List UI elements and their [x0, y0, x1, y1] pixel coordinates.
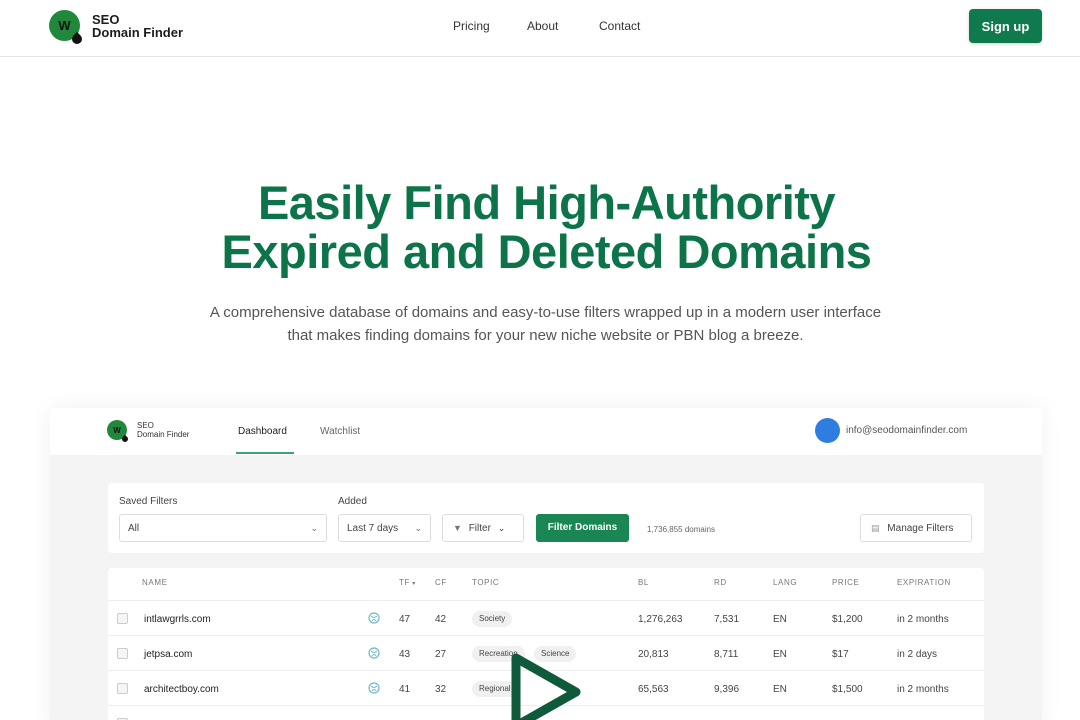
signup-button[interactable]: Sign up — [969, 9, 1042, 43]
table-row[interactable]: intlawgrrls.com 47 42 Society 1,276,263 … — [108, 600, 984, 635]
added-select[interactable]: Last 7 days ⌄ — [338, 514, 431, 542]
tf-value: 47 — [399, 614, 411, 625]
preview-logo: W SEO Domain Finder — [107, 420, 189, 440]
preview-tab-watchlist[interactable]: Watchlist — [320, 426, 360, 437]
chevron-down-icon: ⌄ — [414, 523, 422, 533]
sort-down-icon: ▾ — [409, 581, 416, 587]
row-checkbox[interactable] — [117, 683, 128, 694]
hero-subtitle-line-1: A comprehensive database of domains and … — [209, 304, 882, 321]
logo-line-1: SEO — [92, 11, 120, 27]
added-value: Last 7 days — [347, 523, 399, 534]
globe-icon — [368, 647, 380, 659]
filter-button[interactable]: ▼ Filter ⌄ — [442, 514, 524, 542]
cf-value: 32 — [435, 684, 447, 695]
topic-tag: Society — [472, 611, 513, 627]
col-header-tf-label: TF — [399, 578, 410, 587]
logo-line-2: Domain Finder — [92, 24, 184, 40]
site-logo[interactable]: W SEO Domain Finder — [49, 10, 183, 41]
bl-value: 1,276,263 — [638, 614, 683, 625]
rd-value: 8,711 — [714, 649, 739, 660]
col-header-topic[interactable]: TOPIC — [472, 578, 499, 587]
saved-filters-value: All — [128, 523, 140, 534]
row-checkbox[interactable] — [117, 648, 128, 659]
tf-value: 41 — [399, 684, 411, 695]
preview-logo-line-2: Domain Finder — [137, 430, 190, 439]
play-video-icon[interactable] — [510, 652, 584, 720]
expiration-value: in 2 months — [897, 684, 949, 695]
saved-filters-label: Saved Filters — [119, 496, 178, 507]
chevron-down-icon: ⌄ — [497, 523, 506, 533]
lang-value: EN — [773, 614, 787, 625]
globe-icon — [368, 612, 380, 624]
price-value: $1,200 — [832, 614, 863, 625]
active-tab-indicator — [236, 452, 294, 454]
funnel-icon: ▼ — [453, 523, 462, 533]
tf-value: 43 — [399, 649, 411, 660]
cf-value: 42 — [435, 614, 447, 625]
domain-name[interactable]: intlawgrrls.com — [144, 614, 211, 625]
nav-link-about[interactable]: About — [527, 19, 558, 33]
col-header-cf[interactable]: CF — [435, 578, 447, 587]
hero-subtitle: A comprehensive database of domains and … — [0, 301, 1080, 347]
nav-link-pricing[interactable]: Pricing — [453, 19, 490, 33]
col-header-bl[interactable]: BL — [638, 578, 649, 587]
hero-subtitle-line-2: that makes finding domains for your new … — [287, 327, 804, 344]
avatar[interactable] — [815, 418, 840, 443]
col-header-price[interactable]: PRICE — [832, 578, 859, 587]
expiration-value: in 2 months — [897, 614, 949, 625]
saved-filters-select[interactable]: All ⌄ — [119, 514, 327, 542]
expiration-value: in 2 days — [897, 649, 938, 660]
col-header-tf[interactable]: TF ▾ — [399, 578, 416, 587]
row-checkbox[interactable] — [117, 613, 128, 624]
logo-icon: W — [49, 10, 80, 41]
filter-button-label: Filter — [468, 523, 491, 534]
domain-count: 1,736,855 domains — [647, 525, 716, 534]
filter-domains-button[interactable]: Filter Domains — [536, 514, 629, 542]
globe-icon — [368, 682, 380, 694]
user-email: info@seodomainfinder.com — [846, 425, 968, 436]
preview-logo-icon: W — [107, 420, 127, 440]
nav-link-contact[interactable]: Contact — [599, 19, 640, 33]
chevron-down-icon: ⌄ — [310, 523, 318, 533]
manage-filters-label: Manage Filters — [887, 523, 954, 534]
price-value: $17 — [832, 649, 849, 660]
preview-header: W SEO Domain Finder Dashboard Watchlist … — [50, 408, 1042, 455]
bl-value: 20,813 — [638, 649, 669, 660]
preview-logo-line-1: SEO — [137, 421, 154, 430]
bl-value: 65,563 — [638, 684, 669, 695]
manage-filters-button[interactable]: ▤ Manage Filters — [860, 514, 972, 542]
price-value: $1,500 — [832, 684, 863, 695]
rd-value: 7,531 — [714, 614, 740, 625]
preview-logo-text: SEO Domain Finder — [137, 421, 189, 439]
hero-title-line-1: Easily Find High-Authority — [257, 176, 836, 229]
domain-name[interactable]: architectboy.com — [144, 684, 219, 695]
settings-icon: ▤ — [871, 523, 880, 533]
filter-panel: Saved Filters All ⌄ Added Last 7 days ⌄ … — [108, 483, 984, 553]
col-header-name[interactable]: NAME — [142, 578, 168, 587]
col-header-expiration[interactable]: EXPIRATION — [897, 578, 951, 587]
lang-value: EN — [773, 649, 787, 660]
domain-name[interactable]: jetpsa.com — [144, 649, 192, 660]
col-header-lang[interactable]: LANG — [773, 578, 797, 587]
cf-value: 27 — [435, 649, 447, 660]
added-label: Added — [338, 496, 367, 507]
top-nav: W SEO Domain Finder Pricing About Contac… — [0, 0, 1080, 57]
hero-title: Easily Find High-Authority Expired and D… — [0, 178, 1080, 276]
lang-value: EN — [773, 684, 787, 695]
hero-title-line-2: Expired and Deleted Domains — [221, 225, 872, 278]
preview-tab-dashboard[interactable]: Dashboard — [238, 426, 287, 437]
logo-text: SEO Domain Finder — [92, 13, 183, 39]
col-header-rd[interactable]: RD — [714, 578, 727, 587]
rd-value: 9,396 — [714, 684, 740, 695]
